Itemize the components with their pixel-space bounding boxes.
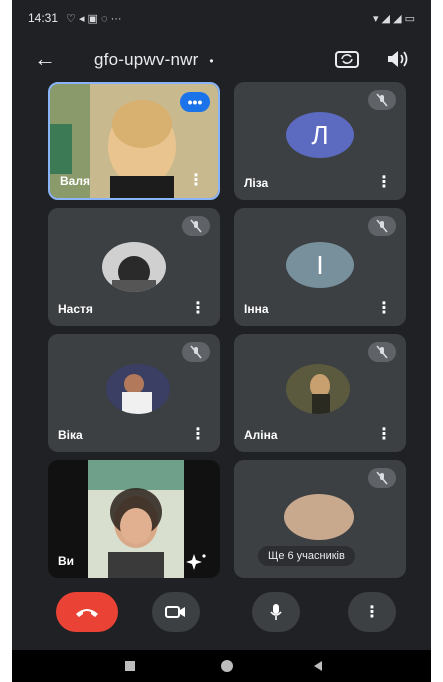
participant-tile-valya[interactable]: ••• Валя ⋮ <box>48 82 220 200</box>
participant-tile-self[interactable]: Ви <box>48 460 220 578</box>
notification-icons: ♡ ◂ ▣ ◌ ··· <box>66 12 122 25</box>
signal-battery-icons: ▾ ◢ ◢ ▭ <box>372 12 415 25</box>
status-bar: 14:31 ♡ ◂ ▣ ◌ ··· ▾ ◢ ◢ ▭ <box>12 0 431 36</box>
avatar: Л <box>286 112 354 158</box>
effects-sparkle-icon[interactable] <box>186 552 208 570</box>
meeting-code[interactable]: gfo-upwv-nwr • <box>94 50 214 70</box>
meeting-code-text: gfo-upwv-nwr <box>94 50 199 69</box>
participant-name: Віка <box>58 428 83 442</box>
hang-up-icon <box>76 609 98 617</box>
speaking-indicator-badge: ••• <box>180 92 210 112</box>
microphone-toggle-button[interactable] <box>252 592 300 632</box>
participant-tile-nastya[interactable]: Настя ⋮ <box>48 208 220 326</box>
mic-off-icon <box>182 342 210 362</box>
camera-toggle-button[interactable] <box>152 592 200 632</box>
avatar: І <box>286 242 354 288</box>
participant-tile-vika[interactable]: Віка ⋮ <box>48 334 220 452</box>
home-icon[interactable] <box>220 660 234 674</box>
participant-tile-inna[interactable]: І Інна ⋮ <box>234 208 406 326</box>
mic-off-icon <box>182 216 210 236</box>
speaker-icon[interactable] <box>384 48 410 70</box>
more-options-icon[interactable]: ⋮ <box>376 298 392 318</box>
phone-screen: 14:31 ♡ ◂ ▣ ◌ ··· ▾ ◢ ◢ ▭ ← gfo-upwv-nwr… <box>12 0 431 682</box>
top-bar: ← gfo-upwv-nwr • <box>12 40 431 80</box>
mic-off-icon <box>368 342 396 362</box>
participant-tile-liza[interactable]: Л Ліза ⋮ <box>234 82 406 200</box>
mic-off-icon <box>368 468 396 488</box>
self-video <box>88 460 184 578</box>
microphone-icon <box>270 604 282 620</box>
system-navigation-bar <box>12 650 431 682</box>
avatar <box>286 364 350 414</box>
more-options-icon[interactable]: ⋮ <box>376 424 392 444</box>
more-options-button[interactable]: ⋮ <box>348 592 396 632</box>
more-options-icon[interactable]: ⋮ <box>188 170 204 190</box>
mic-off-icon <box>368 216 396 236</box>
switch-camera-icon[interactable] <box>334 48 360 70</box>
back-icon[interactable] <box>312 660 324 672</box>
participant-name: Інна <box>244 302 269 316</box>
participant-name: Валя <box>60 174 90 188</box>
more-participants-tile[interactable]: Ще 6 учасників <box>234 460 406 578</box>
meeting-info-caret-icon: • <box>209 54 214 68</box>
status-time: 14:31 <box>28 11 59 25</box>
more-options-icon[interactable]: ⋮ <box>376 172 392 192</box>
avatar-letter: І <box>316 249 324 280</box>
mic-off-icon <box>368 90 396 110</box>
end-call-button[interactable] <box>56 592 118 632</box>
avatar <box>284 494 354 540</box>
more-vert-icon: ⋮ <box>364 604 380 621</box>
participant-tile-alina[interactable]: Аліна ⋮ <box>234 334 406 452</box>
more-options-icon[interactable]: ⋮ <box>190 298 206 318</box>
avatar <box>106 364 170 414</box>
video-camera-icon <box>165 606 185 618</box>
call-controls: ⋮ <box>12 592 431 648</box>
more-participants-label: Ще 6 учасників <box>258 546 355 566</box>
back-arrow-icon[interactable]: ← <box>34 46 56 72</box>
avatar-letter: Л <box>311 119 329 150</box>
recent-apps-icon[interactable] <box>124 660 136 672</box>
participant-name: Ви <box>58 554 75 568</box>
participant-name: Аліна <box>244 428 278 442</box>
participant-name: Ліза <box>244 176 269 190</box>
more-options-icon[interactable]: ⋮ <box>190 424 206 444</box>
avatar <box>102 242 166 292</box>
participant-name: Настя <box>58 302 93 316</box>
